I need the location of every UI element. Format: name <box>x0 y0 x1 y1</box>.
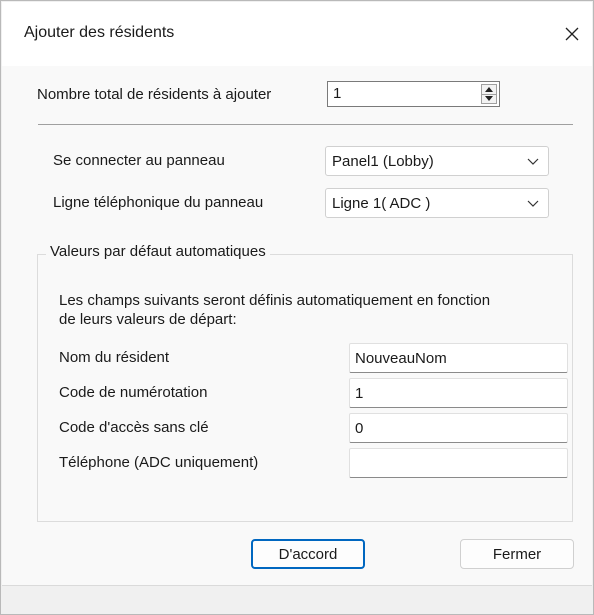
chevron-down-icon <box>527 200 539 207</box>
close-button[interactable] <box>552 14 592 54</box>
caret-down-icon <box>485 96 493 102</box>
resident-name-value: NouveauNom <box>355 350 447 367</box>
auto-defaults-legend: Valeurs par défaut automatiques <box>46 243 270 260</box>
ok-button[interactable]: D'accord <box>251 539 365 569</box>
phone-line-label: Ligne téléphonique du panneau <box>53 194 264 211</box>
panel-select-value: Panel1 (Lobby) <box>332 153 434 170</box>
keyless-code-label: Code d'accès sans clé <box>59 419 209 436</box>
close-dialog-button[interactable]: Fermer <box>460 539 574 569</box>
resident-count-value: 1 <box>333 85 342 102</box>
keyless-code-input[interactable]: 0 <box>349 413 568 443</box>
resident-count-label: Nombre total de résidents à ajouter <box>37 86 272 103</box>
caret-up-icon <box>485 86 493 92</box>
close-icon <box>565 27 579 41</box>
resident-name-input[interactable]: NouveauNom <box>349 343 568 373</box>
phone-input[interactable] <box>349 448 568 478</box>
keyless-code-value: 0 <box>355 420 364 437</box>
resident-count-spinner[interactable]: 1 <box>327 81 500 107</box>
defaults-description-line-1: Les champs suivants seront définis autom… <box>59 292 491 309</box>
add-residents-dialog: Ajouter des résidents Nombre total de ré… <box>0 0 594 615</box>
phone-line-select[interactable]: Ligne 1( ADC ) <box>325 188 549 218</box>
close-dialog-button-label: Fermer <box>492 545 542 563</box>
title-bar: Ajouter des résidents <box>2 2 592 66</box>
status-bar <box>2 585 592 613</box>
separator <box>38 124 573 125</box>
phone-label: Téléphone (ADC uniquement) <box>59 454 259 471</box>
chevron-down-icon <box>527 158 539 165</box>
resident-name-label: Nom du résident <box>59 349 170 366</box>
dial-code-label: Code de numérotation <box>59 384 208 401</box>
dial-code-value: 1 <box>355 385 364 402</box>
dialog-title: Ajouter des résidents <box>24 24 175 41</box>
spin-up-button[interactable] <box>481 84 497 95</box>
phone-line-select-value: Ligne 1( ADC ) <box>332 195 431 212</box>
defaults-description-line-2: de leurs valeurs de départ: <box>59 311 237 328</box>
dial-code-input[interactable]: 1 <box>349 378 568 408</box>
ok-button-label: D'accord <box>278 545 338 563</box>
panel-select[interactable]: Panel1 (Lobby) <box>325 146 549 176</box>
spin-down-button[interactable] <box>481 94 497 104</box>
dialog-content: Nombre total de résidents à ajouter 1 Se… <box>2 66 592 585</box>
connect-panel-label: Se connecter au panneau <box>53 152 225 169</box>
